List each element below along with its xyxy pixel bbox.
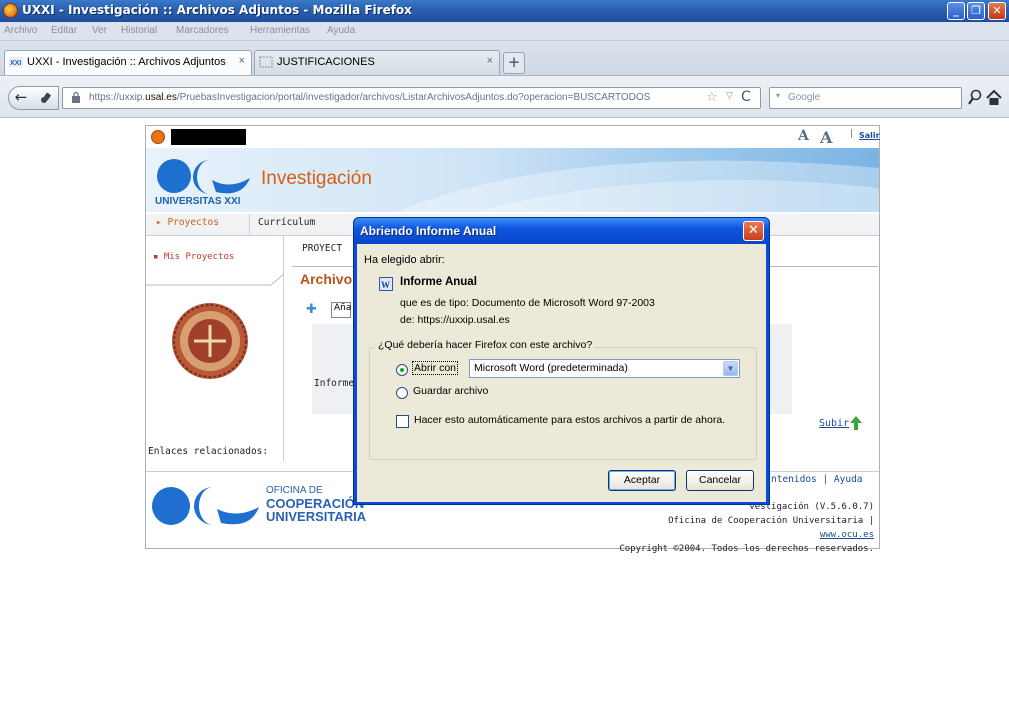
- menu-ayuda[interactable]: Ayuda: [327, 25, 355, 36]
- url-bar[interactable]: https://uxxip.usal.es/PruebasInvestigaci…: [62, 87, 761, 109]
- menu-bar: Archivo Editar Ver Historial Marcadores …: [0, 22, 1009, 41]
- save-file-label[interactable]: Guardar archivo: [413, 385, 488, 397]
- minimize-button[interactable]: _: [947, 2, 965, 20]
- window-titlebar: UXXI - Investigación :: Archivos Adjunto…: [0, 0, 1009, 22]
- nav-divider: [249, 214, 250, 236]
- investigacion-banner: Investigación UNIVERSITAS XXI: [146, 148, 879, 212]
- menu-archivo[interactable]: Archivo: [4, 25, 37, 36]
- menu-ver[interactable]: Ver: [92, 25, 107, 36]
- bookmark-star-icon[interactable]: ☆: [706, 90, 718, 105]
- maximize-button[interactable]: ❐: [967, 2, 985, 20]
- tab-label: UXXI - Investigación :: Archivos Adjunto…: [27, 56, 226, 68]
- search-icon[interactable]: [967, 89, 983, 107]
- svg-text:W: W: [381, 280, 390, 290]
- auto-action-label[interactable]: Hacer esto automáticamente para estos ar…: [414, 414, 725, 426]
- enlaces-relacionados-label: Enlaces relacionados:: [148, 446, 269, 457]
- ocu-wordmark: OFICINA DE COOPERACIÓN UNIVERSITARIA: [266, 485, 367, 525]
- search-bar[interactable]: ▾ Google: [769, 87, 982, 109]
- close-window-button[interactable]: ✕: [988, 2, 1006, 20]
- investigacion-title: Investigación: [261, 168, 372, 189]
- application-select[interactable]: Microsoft Word (predeterminada) ▼: [469, 359, 740, 378]
- cancelar-button[interactable]: Cancelar: [686, 470, 754, 491]
- file-name: Informe Anual: [400, 276, 477, 288]
- university-seal-icon: [172, 303, 248, 379]
- dialog-titlebar: Abriendo Informe Anual ✕: [354, 218, 769, 244]
- informe-row-label: Informe: [314, 378, 355, 389]
- separator: |: [850, 129, 854, 139]
- file-source: de: https://uxxip.usal.es: [400, 314, 510, 326]
- font-increase-icon[interactable]: A: [798, 128, 809, 144]
- arrow-up-icon[interactable]: [850, 416, 862, 430]
- footer-links[interactable]: ntenidos | Ayuda: [771, 474, 863, 485]
- search-placeholder: Google: [788, 92, 821, 103]
- navigation-bar: ← https://uxxip.usal.es/PruebasInvestiga…: [0, 76, 1009, 118]
- universitas-label: UNIVERSITAS XXI: [155, 196, 241, 207]
- salir-link[interactable]: Salir: [859, 131, 880, 140]
- tab-label: JUSTIFICACIONES: [277, 56, 375, 68]
- url-text: https://uxxip.usal.es/PruebasInvestigaci…: [89, 92, 651, 103]
- subir-link[interactable]: Subir: [819, 418, 849, 429]
- redacted-user-name: [171, 129, 246, 145]
- open-with-radio[interactable]: [396, 364, 408, 376]
- file-type: que es de tipo: Documento de Microsoft W…: [400, 297, 655, 309]
- add-icon[interactable]: ✚: [306, 302, 317, 317]
- identity-icon: [40, 92, 51, 103]
- archivos-title: Archivo: [300, 271, 353, 287]
- download-dialog: Abriendo Informe Anual ✕ Ha elegido abri…: [353, 217, 770, 505]
- copyright-text: Copyright ©2004. Todos los derechos rese…: [619, 544, 874, 554]
- open-with-label[interactable]: Abrir con: [412, 361, 459, 375]
- add-button[interactable]: Aña: [331, 302, 351, 318]
- sidebar-divider: [146, 274, 284, 286]
- menu-editar[interactable]: Editar: [51, 25, 77, 36]
- chevron-down-icon[interactable]: ▼: [723, 361, 738, 376]
- dialog-close-button[interactable]: ✕: [743, 221, 764, 241]
- firefox-icon: [3, 3, 18, 18]
- dialog-body: Ha elegido abrir: W Informe Anual que es…: [357, 244, 766, 502]
- auto-action-checkbox[interactable]: [396, 415, 409, 428]
- menu-marcadores[interactable]: Marcadores: [176, 25, 229, 36]
- page-icon: [259, 56, 273, 68]
- tab-close-icon[interactable]: ×: [487, 55, 493, 67]
- application-selected-value: Microsoft Word (predeterminada): [474, 362, 628, 374]
- power-icon[interactable]: [151, 130, 165, 144]
- mis-proyectos-link[interactable]: ▪ Mis Proyectos: [153, 252, 234, 262]
- home-icon[interactable]: [985, 89, 1003, 107]
- footer-info: vestigación (V.5.6.0.7) Oficina de Coope…: [616, 500, 874, 556]
- breadcrumb-proyect: PROYECT: [302, 243, 343, 254]
- menu-historial[interactable]: Historial: [121, 25, 157, 36]
- reload-icon[interactable]: C: [741, 89, 751, 105]
- oficina-line: Oficina de Cooperación Universitaria | w…: [668, 516, 874, 540]
- ocu-link[interactable]: www.ocu.es: [820, 530, 874, 540]
- window-title: UXXI - Investigación :: Archivos Adjunto…: [22, 3, 412, 17]
- left-sidebar: ▪ Mis Proyectos Enlaces relacionados:: [146, 236, 284, 461]
- ocu-logo-icon: [152, 487, 259, 525]
- aceptar-button[interactable]: Aceptar: [608, 470, 676, 491]
- tab-close-icon[interactable]: ×: [239, 55, 245, 67]
- new-tab-button[interactable]: +: [503, 52, 525, 74]
- tab-bar: XXI UXXI - Investigación :: Archivos Adj…: [0, 41, 1009, 76]
- tab-archivos-adjuntos[interactable]: XXI UXXI - Investigación :: Archivos Adj…: [4, 50, 252, 75]
- font-decrease-icon[interactable]: A: [820, 128, 832, 147]
- word-document-icon: W: [379, 277, 393, 291]
- menu-herramientas[interactable]: Herramientas: [250, 25, 310, 36]
- identity-button[interactable]: [33, 86, 59, 110]
- tab-proyectos[interactable]: ▸ Proyectos: [156, 217, 219, 228]
- top-strip: A A | Salir: [146, 126, 880, 148]
- history-dropdown-icon[interactable]: ▽: [726, 91, 733, 101]
- dialog-title: Abriendo Informe Anual: [360, 224, 497, 238]
- lock-icon: [72, 92, 80, 103]
- banner-swoosh: [396, 160, 879, 212]
- search-engine-dropdown-icon[interactable]: ▾: [776, 91, 780, 100]
- svg-text:XXI: XXI: [10, 60, 21, 67]
- elegido-label: Ha elegido abrir:: [364, 254, 445, 266]
- tab-curriculum[interactable]: Currículum: [258, 217, 315, 228]
- tab-justificaciones[interactable]: JUSTIFICACIONES ×: [254, 50, 500, 75]
- uxxi-logo-icon: [157, 159, 250, 194]
- back-button[interactable]: ←: [8, 86, 34, 110]
- action-group-label: ¿Qué debería hacer Firefox con este arch…: [375, 339, 596, 351]
- save-file-radio[interactable]: [396, 387, 408, 399]
- uxxi-favicon-icon: XXI: [9, 57, 23, 67]
